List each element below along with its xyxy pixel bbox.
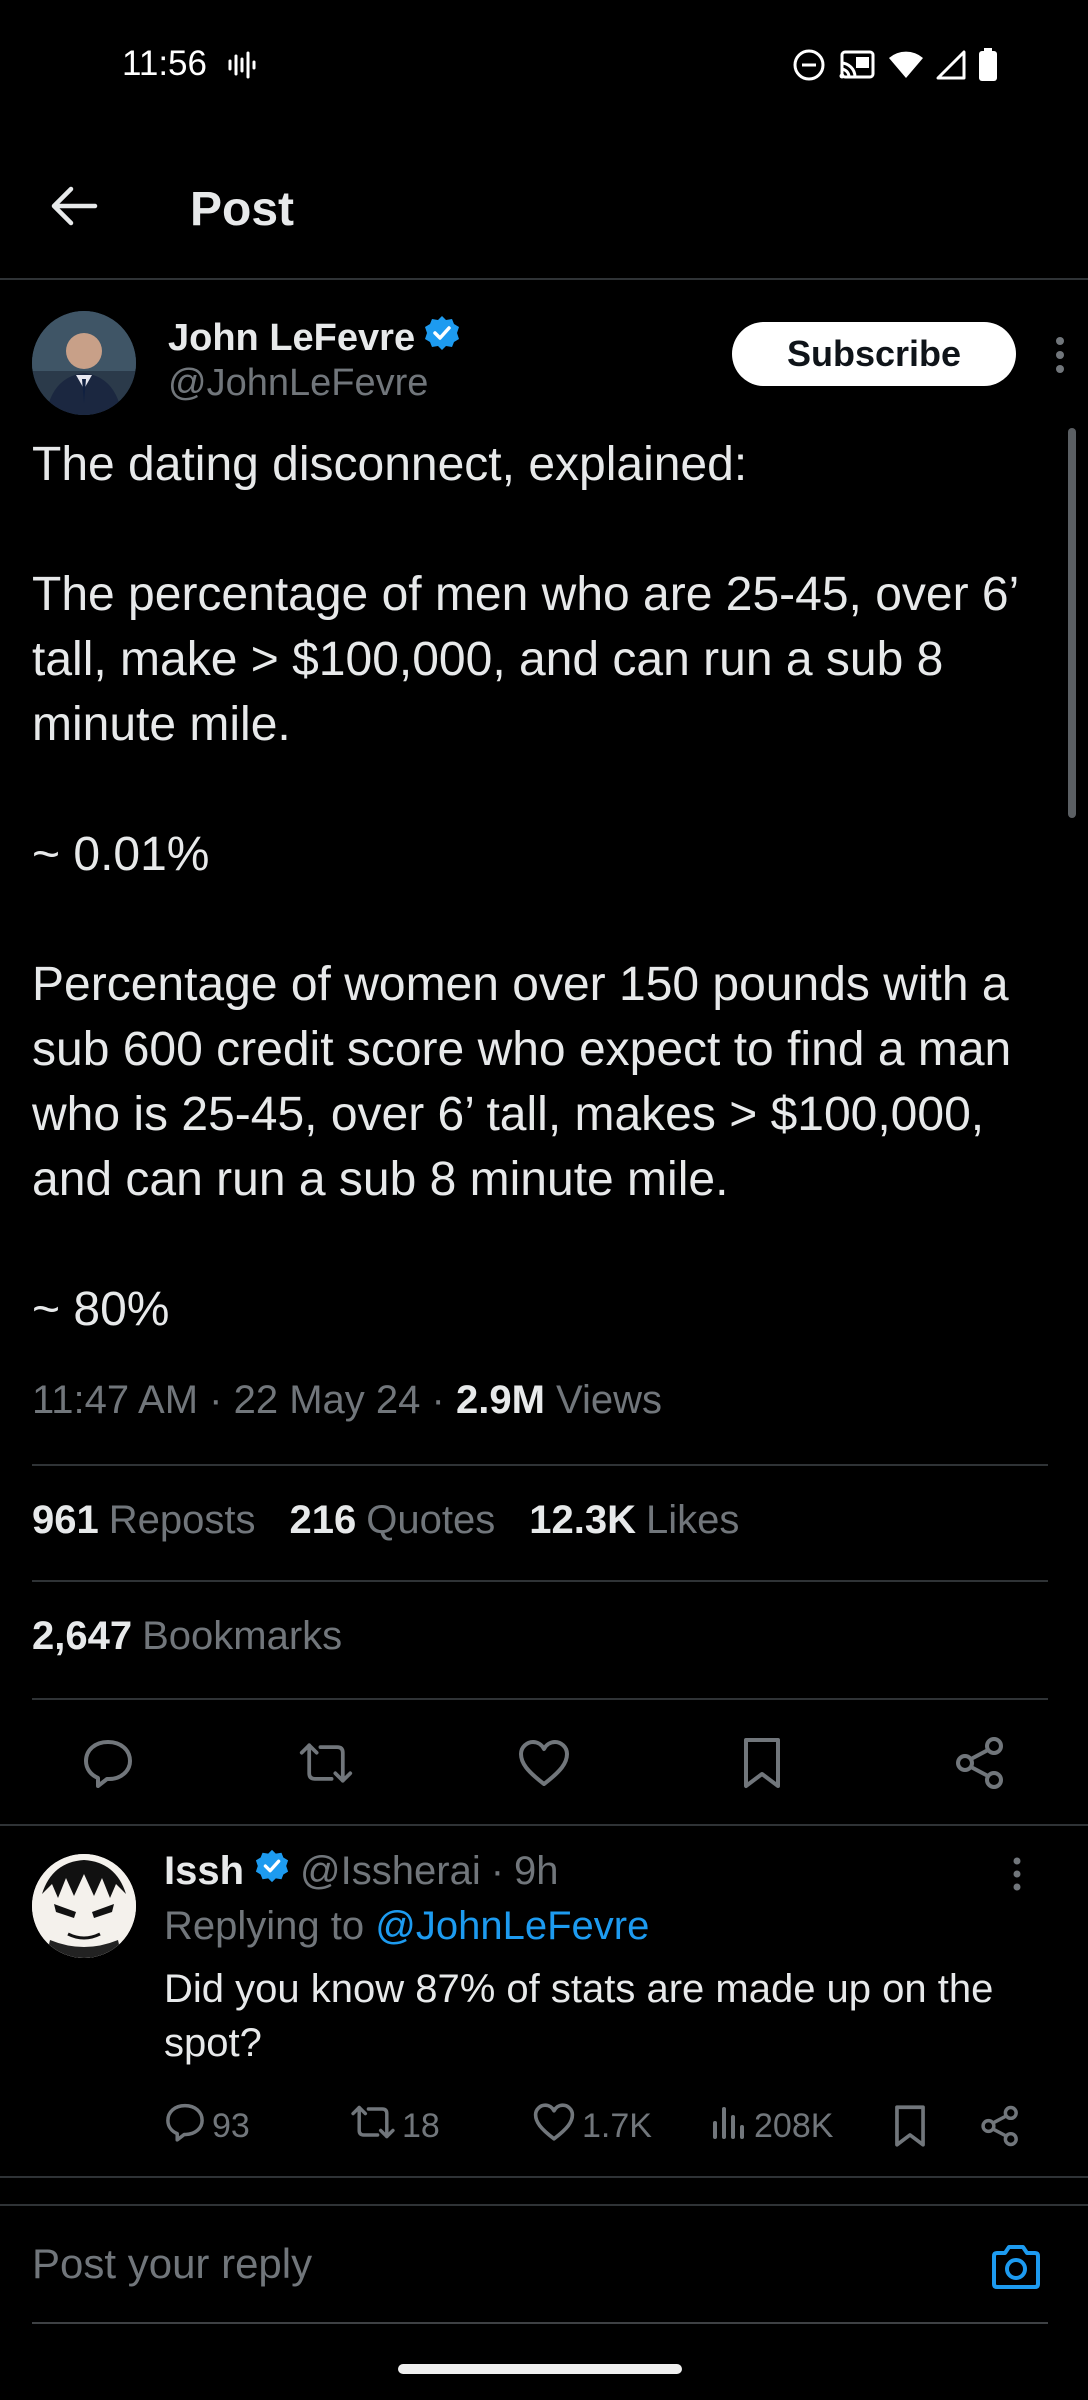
view-count: 208K (754, 2106, 834, 2145)
bookmarks-count: 2,647 (32, 1614, 133, 1658)
reply-header: Issh @Issherai · 9h (164, 1848, 559, 1894)
input-underline (32, 2322, 1048, 2324)
status-icons (792, 48, 998, 87)
repost-icon[interactable] (298, 1735, 354, 1791)
tweet-date: 22 May 24 (233, 1378, 421, 1422)
author-name-text[interactable]: John LeFevre (168, 317, 415, 360)
reply-reply-button[interactable]: 93 (164, 2098, 250, 2154)
reposts-count: 961 (32, 1498, 99, 1542)
author-name[interactable]: John LeFevre (168, 314, 461, 362)
bookmark-icon[interactable] (892, 2098, 928, 2154)
likes-label: Likes (645, 1498, 740, 1542)
reposts-label: Reposts (108, 1498, 256, 1542)
reply-item[interactable]: Issh @Issherai · 9h Replying to @JohnLeF… (0, 1840, 1088, 2180)
reply-icon (164, 2101, 206, 2152)
home-indicator[interactable] (398, 2364, 682, 2374)
views-count: 2.9M (455, 1378, 545, 1422)
likes-stat[interactable]: 12.3K Likes (529, 1498, 739, 1543)
share-icon[interactable] (980, 2098, 1020, 2154)
reply-composer (0, 2204, 1088, 2324)
reply-age: 9h (514, 1848, 559, 1893)
quotes-count: 216 (289, 1498, 357, 1542)
engagement-stats: 961 Reposts 216 Quotes 12.3K Likes (32, 1498, 739, 1543)
verified-badge-icon (254, 1848, 290, 1894)
bookmark-icon[interactable] (734, 1735, 790, 1791)
share-icon[interactable] (952, 1735, 1008, 1791)
tweet-meta: 11:47 AM · 22 May 24 · 2.9M Views (32, 1378, 662, 1423)
tweet-time: 11:47 AM (32, 1378, 199, 1422)
replying-to-mention[interactable]: @JohnLeFevre (375, 1904, 649, 1948)
bookmarks-stat[interactable]: 2,647 Bookmarks (32, 1614, 342, 1659)
likes-count: 12.3K (529, 1498, 636, 1542)
page-title: Post (190, 183, 295, 236)
top-app-bar: Post (0, 140, 1088, 280)
like-icon (532, 2102, 576, 2151)
reply-count: 93 (212, 2106, 250, 2145)
divider (32, 1580, 1048, 1582)
status-time: 11:56 (122, 44, 207, 83)
quotes-label: Quotes (366, 1498, 496, 1542)
bookmarks-label: Bookmarks (142, 1614, 343, 1658)
status-bar: 11:56 (0, 0, 1088, 140)
tweet-action-bar (32, 1728, 1048, 1798)
wifi-icon (888, 50, 924, 85)
scrollbar[interactable] (1068, 428, 1076, 818)
reply-separator: · (490, 1848, 505, 1893)
views-chart-icon (710, 2103, 748, 2150)
quotes-stat[interactable]: 216 Quotes (290, 1498, 496, 1543)
reply-text: Did you know 87% of stats are made up on… (164, 1967, 994, 2065)
reply-more-options-icon[interactable] (1012, 1856, 1022, 1897)
tweet-text: The dating disconnect, explained: The pe… (32, 438, 1018, 1336)
more-options-icon[interactable] (1042, 330, 1078, 380)
repost-icon (350, 2101, 396, 2152)
reply-input[interactable] (32, 2234, 932, 2294)
voice-wave-icon (226, 50, 256, 85)
replying-prefix: Replying to (164, 1904, 365, 1948)
back-arrow-icon[interactable] (44, 176, 104, 236)
divider (32, 1698, 1048, 1700)
meta-separator: · (431, 1378, 445, 1422)
meta-separator: · (209, 1378, 223, 1422)
reply-author-handle[interactable]: @Issherai (300, 1849, 481, 1894)
reposts-stat[interactable]: 961 Reposts (32, 1498, 256, 1543)
divider (0, 2176, 1088, 2178)
do-not-disturb-icon (792, 48, 826, 87)
reply-icon[interactable] (80, 1735, 136, 1791)
reply-avatar[interactable] (32, 1854, 136, 1958)
avatar[interactable] (32, 311, 136, 415)
replying-to: Replying to @JohnLeFevre (164, 1904, 649, 1949)
camera-icon[interactable] (990, 2244, 1042, 2295)
battery-icon (978, 48, 998, 87)
cast-icon (838, 49, 876, 86)
verified-badge-icon (423, 314, 461, 362)
subscribe-button[interactable]: Subscribe (732, 322, 1016, 386)
reply-author-name[interactable]: Issh (164, 1849, 244, 1894)
author-handle[interactable]: @JohnLeFevre (168, 362, 428, 405)
reply-like-button[interactable]: 1.7K (532, 2098, 652, 2154)
divider (32, 1464, 1048, 1466)
divider (0, 1824, 1088, 1826)
reply-repost-button[interactable]: 18 (350, 2098, 440, 2154)
reply-action-bar: 93 18 1.7K 208K (164, 2098, 1044, 2154)
like-count: 1.7K (582, 2106, 652, 2145)
repost-count: 18 (402, 2106, 440, 2145)
bookmark-stats: 2,647 Bookmarks (32, 1614, 342, 1659)
views-label: Views (556, 1378, 663, 1422)
cell-signal-icon (936, 50, 966, 85)
reply-views-button[interactable]: 208K (710, 2098, 833, 2154)
like-icon[interactable] (516, 1735, 572, 1791)
tweet-author: John LeFevre @JohnLeFevre Subscribe (32, 306, 1088, 416)
